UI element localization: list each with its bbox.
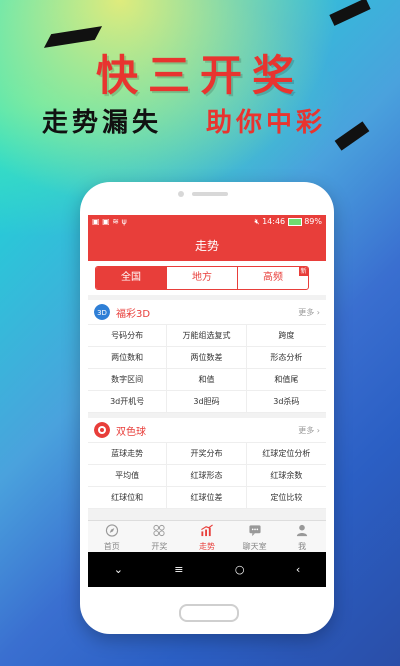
- nav-label: 走势: [198, 542, 215, 551]
- nav-chat-room[interactable]: 聊天室: [231, 521, 279, 553]
- page-title: 走势: [88, 231, 326, 261]
- grid-item[interactable]: 红球余数: [246, 465, 326, 487]
- grid-item[interactable]: 红球位和: [88, 487, 168, 509]
- nav-draw-results[interactable]: 开奖: [136, 521, 184, 553]
- grid-icon: [153, 524, 165, 537]
- segmented-control: 全国 地方 高频 新: [95, 266, 309, 290]
- bottom-nav: 首页 开奖 走势 聊天室 我: [88, 520, 326, 553]
- phone-speaker: [192, 192, 228, 196]
- battery-icon: [287, 217, 302, 226]
- status-icons-right: 🔇︎ 14:46 89%: [254, 217, 322, 227]
- nav-label: 我: [298, 542, 307, 551]
- section-header: 双色球 更多 ›: [88, 418, 326, 443]
- section-fucai-3d: 3D 福彩3D 更多 › 号码分布 万能组选复式 跨度 两位数和 两位数差 形态…: [88, 300, 326, 413]
- svg-text:3D: 3D: [97, 309, 107, 317]
- double-color-ball-logo-icon: [94, 422, 110, 438]
- banner-tagline-right: 助你中彩: [206, 108, 327, 138]
- fucai-3d-logo-icon: 3D: [94, 304, 110, 320]
- trend-grid: 蓝球走势 开奖分布 红球定位分析 平均值 红球形态 红球余数 红球位和 红球位差…: [88, 443, 326, 509]
- app-screen: ▣ ▣ ≋ ψ 🔇︎ 14:46 89% 走势 全国 地方 高频 新 3D 福彩3…: [88, 215, 326, 587]
- chevron-down-icon[interactable]: ⌄: [114, 563, 123, 576]
- grid-item[interactable]: 平均值: [88, 465, 168, 487]
- back-icon[interactable]: ‹: [296, 563, 300, 576]
- more-label: 更多: [298, 426, 315, 435]
- chat-bubble-icon: [249, 525, 261, 537]
- grid-item[interactable]: 定位比较: [246, 487, 326, 509]
- banner-tagline-left: 走势漏失: [42, 108, 163, 138]
- grid-item[interactable]: 3d胆码: [167, 391, 247, 413]
- grid-item[interactable]: 3d杀码: [246, 391, 326, 413]
- grid-item[interactable]: 号码分布: [88, 325, 168, 347]
- tab-high-frequency-label: 高频: [263, 272, 283, 283]
- nav-label: 首页: [103, 542, 120, 551]
- more-link[interactable]: 更多 ›: [298, 425, 320, 436]
- chevron-right-icon: ›: [316, 308, 320, 317]
- section-header: 3D 福彩3D 更多 ›: [88, 300, 326, 325]
- phone-home-button: [179, 604, 239, 622]
- new-badge: 新: [299, 267, 308, 276]
- grid-item[interactable]: 跨度: [246, 325, 326, 347]
- section-double-color-ball: 双色球 更多 › 蓝球走势 开奖分布 红球定位分析 平均值 红球形态 红球余数 …: [88, 418, 326, 509]
- grid-item[interactable]: 开奖分布: [167, 443, 247, 465]
- mute-icon: 🔇︎: [254, 217, 260, 226]
- section-title: 福彩3D: [116, 309, 151, 320]
- nav-home[interactable]: 首页: [88, 521, 136, 553]
- grid-item[interactable]: 形态分析: [246, 347, 326, 369]
- grid-item[interactable]: 蓝球走势: [88, 443, 168, 465]
- grid-item[interactable]: 数字区间: [88, 369, 168, 391]
- grid-item[interactable]: 红球位差: [167, 487, 247, 509]
- trend-grid: 号码分布 万能组选复式 跨度 两位数和 两位数差 形态分析 数字区间 和值 和值…: [88, 325, 326, 413]
- nav-label: 聊天室: [242, 542, 267, 551]
- tab-bar: 全国 地方 高频 新: [88, 261, 326, 295]
- tab-local[interactable]: 地方: [167, 267, 238, 289]
- nav-trend[interactable]: 走势: [183, 521, 231, 553]
- menu-icon[interactable]: ≡: [174, 563, 183, 576]
- section-title: 双色球: [116, 427, 146, 438]
- grid-item[interactable]: 和值尾: [246, 369, 326, 391]
- grid-item[interactable]: 和值: [167, 369, 247, 391]
- phone-camera: [178, 191, 184, 197]
- trend-chart-icon: [201, 524, 213, 537]
- more-label: 更多: [298, 308, 315, 317]
- grid-item[interactable]: 万能组选复式: [167, 325, 247, 347]
- tab-high-frequency[interactable]: 高频 新: [238, 267, 308, 289]
- user-icon: [297, 524, 308, 537]
- grid-item[interactable]: 两位数差: [167, 347, 247, 369]
- compass-icon: [105, 524, 118, 537]
- nav-me[interactable]: 我: [278, 521, 326, 553]
- chevron-right-icon: ›: [316, 426, 320, 435]
- status-time: 14:46: [262, 217, 286, 226]
- phone-frame: ▣ ▣ ≋ ψ 🔇︎ 14:46 89% 走势 全国 地方 高频 新 3D 福彩3…: [80, 182, 334, 634]
- more-link[interactable]: 更多 ›: [298, 307, 320, 318]
- grid-item[interactable]: 红球定位分析: [246, 443, 326, 465]
- nav-label: 开奖: [151, 542, 168, 551]
- battery-percent: 89%: [304, 217, 322, 226]
- banner-title: 快三开奖: [95, 51, 304, 100]
- system-nav-bar: ⌄ ≡ ○ ‹: [88, 552, 326, 587]
- tab-national[interactable]: 全国: [96, 267, 167, 289]
- status-icons-left: ▣ ▣ ≋ ψ: [92, 217, 127, 226]
- grid-item[interactable]: 红球形态: [167, 465, 247, 487]
- status-bar: ▣ ▣ ≋ ψ 🔇︎ 14:46 89%: [88, 215, 326, 231]
- home-circle-icon[interactable]: ○: [235, 563, 245, 576]
- grid-item[interactable]: 两位数和: [88, 347, 168, 369]
- grid-item[interactable]: 3d开机号: [88, 391, 168, 413]
